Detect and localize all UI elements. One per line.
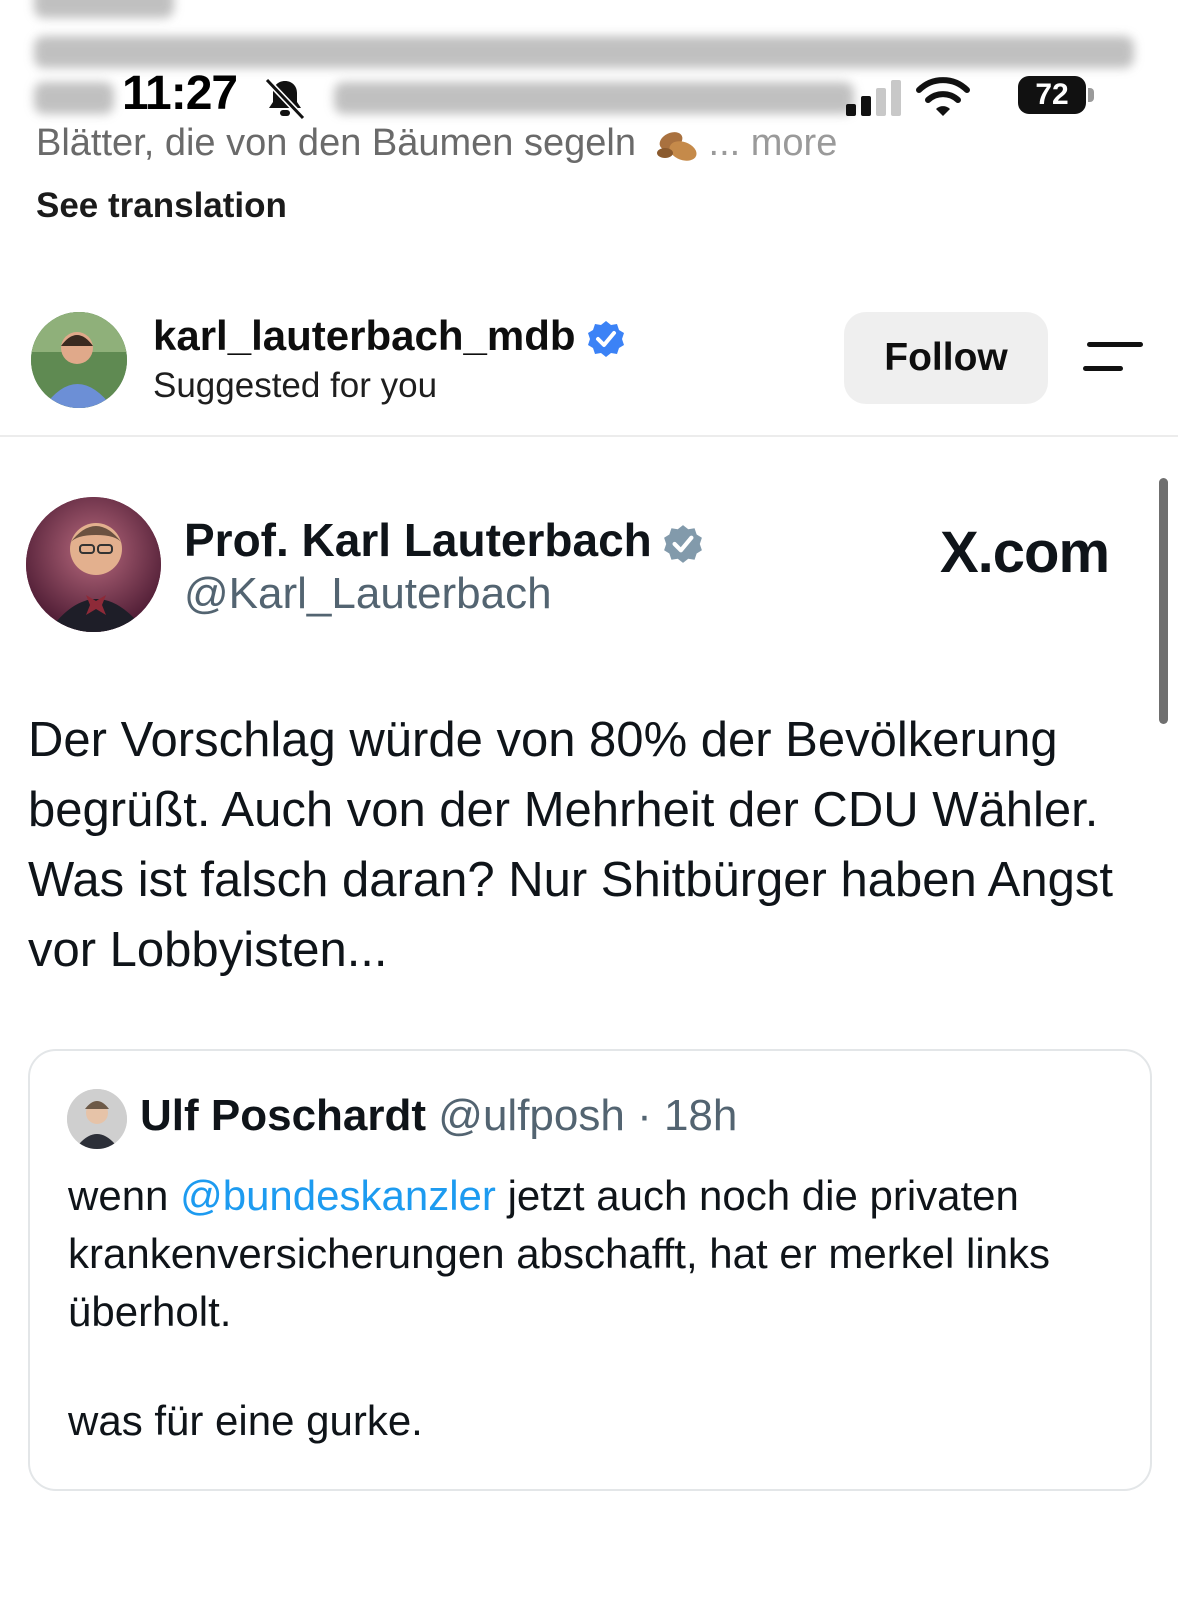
battery-icon: 72: [1018, 76, 1094, 114]
quoted-separator: ·: [624, 1091, 664, 1140]
more-link[interactable]: ... more: [709, 122, 838, 164]
tweet-text: Der Vorschlag würde von 80% der Bevölker…: [28, 713, 1113, 977]
quoted-tweet-text: wenn @bundeskanzler jetzt auch noch die …: [68, 1167, 1128, 1341]
tweet-author-name: Prof. Karl Lauterbach: [184, 513, 704, 567]
quoted-author-handle: @ulfposh: [438, 1091, 625, 1140]
status-time: 11:27: [122, 67, 238, 120]
quoted-timestamp: 18h: [663, 1091, 738, 1140]
tweet-avatar: [26, 497, 161, 632]
quoted-author-name: Ulf Poschardt: [140, 1091, 427, 1140]
fallen-leaf-icon: [656, 132, 697, 161]
verified-badge-grey-icon: [663, 524, 702, 563]
verified-badge-icon: [587, 320, 624, 357]
caption-text: Blätter, die von den Bäumen segeln ... m…: [36, 122, 837, 165]
bell-slash-icon: [264, 77, 306, 121]
username[interactable]: karl_lauterbach_mdb: [153, 312, 626, 360]
follow-button[interactable]: Follow: [844, 312, 1048, 404]
avatar[interactable]: [31, 312, 127, 408]
suggested-label: Suggested for you: [153, 366, 438, 405]
quoted-text-before: wenn: [68, 1172, 181, 1219]
scroll-indicator[interactable]: [1159, 478, 1168, 724]
quoted-mention: @bundeskanzler: [180, 1172, 496, 1219]
post-header: karl_lauterbach_mdb Suggested for you Fo…: [0, 300, 1201, 430]
see-translation-link[interactable]: See translation: [36, 186, 287, 226]
username-text[interactable]: karl_lauterbach_mdb: [153, 312, 576, 359]
tweet-author-name-text: Prof. Karl Lauterbach: [184, 514, 652, 566]
quoted-tweet-avatar: [67, 1089, 127, 1149]
quoted-tweet-text-second: was für eine gurke.: [68, 1397, 423, 1444]
x-logo: X.com: [940, 520, 1110, 585]
cellular-signal-icon: [846, 80, 901, 116]
menu-icon[interactable]: [1083, 338, 1143, 374]
caption-visible-line: Blätter, die von den Bäumen segeln: [36, 122, 636, 164]
quoted-tweet-card: Ulf Poschardt @ulfposh · 18h wenn @bunde…: [28, 1049, 1152, 1491]
tweet-screenshot: Prof. Karl Lauterbach @Karl_Lauterbach X…: [0, 437, 1178, 1600]
wifi-icon: [916, 77, 970, 116]
quoted-tweet-header: Ulf Poschardt @ulfposh · 18h: [140, 1091, 737, 1141]
battery-level: 72: [1035, 78, 1069, 111]
tweet-author-handle: @Karl_Lauterbach: [184, 569, 552, 618]
